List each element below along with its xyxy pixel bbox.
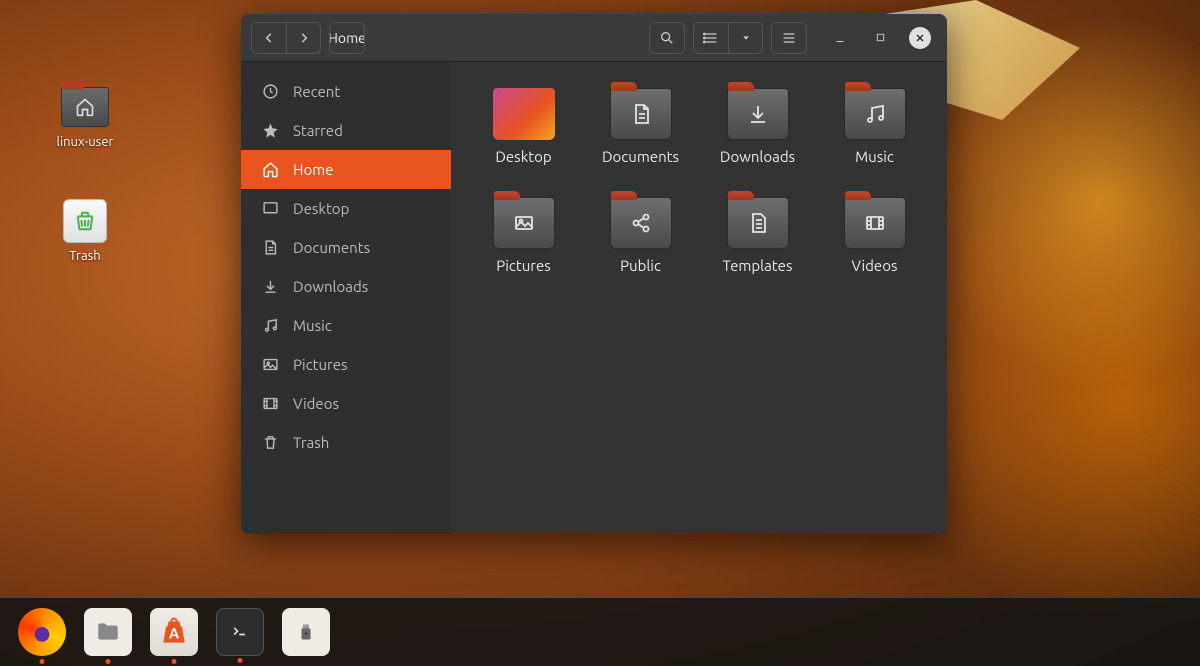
list-view-button[interactable] [694, 23, 728, 53]
picture-icon [261, 356, 279, 373]
folder-grid: Desktop Documents Downloads Music Pictur… [451, 62, 947, 534]
menu-group [771, 22, 807, 54]
home-icon [261, 161, 279, 178]
trash-icon [261, 434, 279, 451]
dock-item-files[interactable] [84, 608, 132, 656]
sidebar-item-label: Videos [293, 395, 339, 412]
search-icon [659, 30, 675, 46]
path-home[interactable]: Home [330, 23, 364, 53]
view-group [693, 22, 763, 54]
music-icon [261, 317, 279, 334]
sidebar-item-home[interactable]: Home [241, 150, 451, 189]
path-bar[interactable]: Home [329, 22, 365, 54]
star-icon [261, 122, 279, 139]
sidebar: Recent Starred Home Desktop Documents Do… [241, 62, 451, 534]
hamburger-menu-button[interactable] [772, 23, 806, 53]
folder-desktop[interactable]: Desktop [469, 84, 578, 169]
folder-label: Music [855, 148, 894, 165]
folder-public[interactable]: Public [586, 193, 695, 278]
files-icon [93, 619, 123, 645]
list-icon [703, 30, 719, 46]
titlebar[interactable]: Home [241, 14, 947, 62]
sidebar-item-label: Trash [293, 434, 329, 451]
running-indicator [40, 659, 45, 664]
minimize-button[interactable] [829, 27, 851, 49]
chevron-down-icon [741, 33, 751, 43]
running-indicator [106, 659, 111, 664]
folder-label: Documents [602, 148, 679, 165]
download-icon [261, 278, 279, 295]
sidebar-item-videos[interactable]: Videos [241, 384, 451, 423]
terminal-icon [227, 622, 253, 642]
folder-label: Downloads [720, 148, 795, 165]
usb-icon [297, 617, 315, 647]
sidebar-item-documents[interactable]: Documents [241, 228, 451, 267]
dock: A [0, 598, 1200, 666]
sidebar-item-label: Music [293, 317, 332, 334]
folder-videos[interactable]: Videos [820, 193, 929, 278]
folder-documents[interactable]: Documents [586, 84, 695, 169]
sidebar-item-label: Home [293, 161, 333, 178]
sidebar-item-recent[interactable]: Recent [241, 72, 451, 111]
window-controls [829, 27, 931, 49]
folder-label: Pictures [496, 257, 551, 274]
folder-label: Templates [723, 257, 793, 274]
sidebar-item-pictures[interactable]: Pictures [241, 345, 451, 384]
desktop-icon-home-folder[interactable]: linux-user [50, 85, 120, 149]
back-button[interactable] [252, 23, 286, 53]
desktop-icon-trash[interactable]: Trash [50, 199, 120, 263]
sidebar-item-trash[interactable]: Trash [241, 423, 451, 462]
videos-folder-icon [844, 197, 906, 249]
desktop-icon [261, 200, 279, 217]
store-icon: A [158, 616, 190, 648]
pictures-folder-icon [493, 197, 555, 249]
music-folder-icon [844, 88, 906, 140]
forward-button[interactable] [286, 23, 320, 53]
sidebar-item-label: Downloads [293, 278, 368, 295]
video-icon [261, 395, 279, 412]
folder-label: Public [620, 257, 661, 274]
dock-item-terminal[interactable] [216, 608, 264, 656]
desktop-icon-label: linux-user [57, 135, 114, 149]
dock-item-firefox[interactable] [18, 608, 66, 656]
sidebar-item-music[interactable]: Music [241, 306, 451, 345]
document-icon [261, 239, 279, 256]
maximize-button[interactable] [869, 27, 891, 49]
sidebar-item-starred[interactable]: Starred [241, 111, 451, 150]
sidebar-item-label: Recent [293, 83, 340, 100]
folder-music[interactable]: Music [820, 84, 929, 169]
menu-icon [781, 30, 797, 46]
sidebar-item-label: Desktop [293, 200, 349, 217]
running-indicator [172, 659, 177, 664]
dock-item-usb-creator[interactable] [282, 608, 330, 656]
downloads-folder-icon [727, 88, 789, 140]
clock-icon [261, 83, 279, 100]
folder-templates[interactable]: Templates [703, 193, 812, 278]
view-dropdown-button[interactable] [728, 23, 762, 53]
search-button[interactable] [650, 23, 684, 53]
documents-folder-icon [610, 88, 672, 140]
public-folder-icon [610, 197, 672, 249]
desktop-folder-icon [493, 88, 555, 140]
folder-label: Videos [852, 257, 898, 274]
nav-back-forward-group [251, 22, 321, 54]
sidebar-item-downloads[interactable]: Downloads [241, 267, 451, 306]
path-label: Home [329, 30, 365, 46]
folder-pictures[interactable]: Pictures [469, 193, 578, 278]
sidebar-item-label: Documents [293, 239, 370, 256]
search-group [649, 22, 685, 54]
close-button[interactable] [909, 27, 931, 49]
running-indicator [238, 658, 243, 663]
desktop-icon-label: Trash [69, 249, 100, 263]
sidebar-item-desktop[interactable]: Desktop [241, 189, 451, 228]
file-manager-window: Home [241, 14, 947, 534]
svg-text:A: A [169, 625, 180, 642]
sidebar-item-label: Starred [293, 122, 343, 139]
dock-item-software-store[interactable]: A [150, 608, 198, 656]
templates-folder-icon [727, 197, 789, 249]
folder-downloads[interactable]: Downloads [703, 84, 812, 169]
sidebar-item-label: Pictures [293, 356, 348, 373]
folder-label: Desktop [495, 148, 551, 165]
desktop-icons-area: linux-user Trash [50, 85, 120, 263]
